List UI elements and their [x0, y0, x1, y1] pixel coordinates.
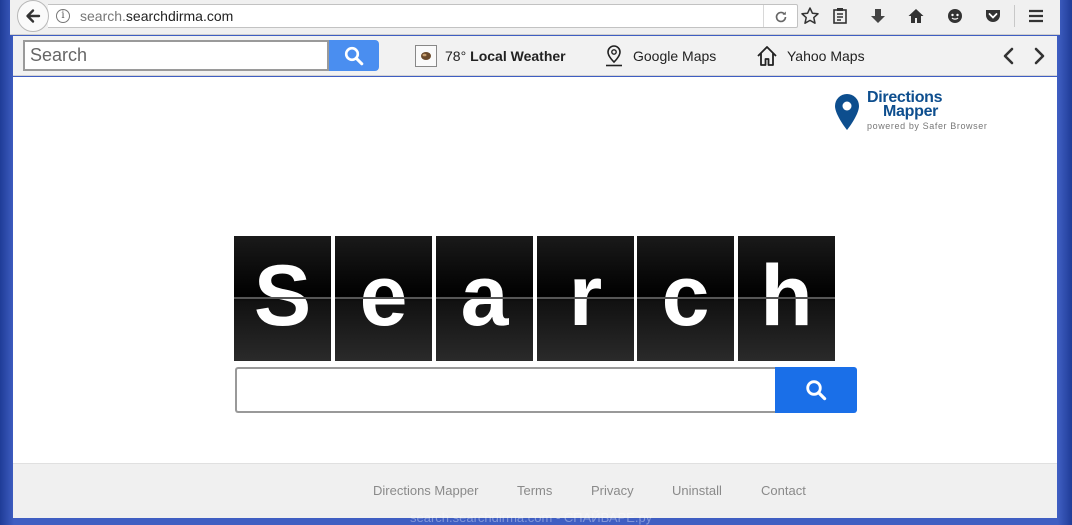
- flip-tile: h: [738, 236, 835, 361]
- search-icon: [344, 46, 364, 65]
- house-icon: [755, 44, 779, 68]
- search-icon: [806, 380, 827, 401]
- yahoo-maps-link[interactable]: Yahoo Maps: [755, 42, 865, 70]
- reload-icon[interactable]: [773, 9, 789, 25]
- footer-link-directions-mapper[interactable]: Directions Mapper: [373, 483, 479, 498]
- footer-link-terms[interactable]: Terms: [517, 483, 552, 498]
- chat-icon[interactable]: [945, 6, 965, 26]
- logo-title: Directions Mapper: [867, 89, 943, 120]
- watermark-text: search.searchdirma.com - СПАЙВАРЕ.ру: [410, 510, 653, 525]
- weather-icon: [415, 45, 437, 67]
- flip-tile: c: [637, 236, 734, 361]
- weather-temp: 78°: [445, 48, 467, 64]
- map-pin-icon: [603, 44, 625, 68]
- bookmark-star-icon[interactable]: [800, 6, 820, 26]
- pocket-icon[interactable]: [983, 6, 1003, 26]
- footer-link-contact[interactable]: Contact: [761, 483, 806, 498]
- url-text[interactable]: search.searchdirma.com: [80, 8, 233, 24]
- back-icon: [26, 9, 41, 23]
- toolbar-next-button[interactable]: [1029, 46, 1049, 66]
- footer-link-privacy[interactable]: Privacy: [591, 483, 634, 498]
- page-content: Directions Mapper powered by Safer Brows…: [13, 77, 1057, 463]
- reading-list-icon[interactable]: [830, 6, 850, 26]
- weather-label: Local Weather: [470, 48, 566, 64]
- toolbar-prev-button[interactable]: [999, 46, 1019, 66]
- home-icon[interactable]: [906, 6, 926, 26]
- main-search-input[interactable]: [235, 367, 776, 413]
- main-search-button[interactable]: [775, 367, 857, 413]
- local-weather-link[interactable]: 78° Local Weather: [415, 42, 566, 70]
- url-separator: [763, 5, 764, 27]
- google-maps-link[interactable]: Google Maps: [603, 42, 716, 70]
- toolbar-search-input[interactable]: [23, 40, 329, 71]
- flip-tile: a: [436, 236, 533, 361]
- flip-tile: S: [234, 236, 331, 361]
- yahoo-maps-label: Yahoo Maps: [787, 48, 865, 64]
- chevron-right-icon: [1034, 47, 1045, 65]
- extension-toolbar: 78° Local Weather Google Maps Yahoo Maps: [13, 36, 1057, 76]
- info-icon[interactable]: i: [56, 9, 70, 23]
- flip-tile: e: [335, 236, 432, 361]
- url-bar[interactable]: i search.searchdirma.com: [48, 4, 798, 28]
- footer-link-uninstall[interactable]: Uninstall: [672, 483, 722, 498]
- logo-tagline: powered by Safer Browser: [867, 121, 988, 131]
- toolbar-search-button[interactable]: [329, 40, 379, 71]
- google-maps-label: Google Maps: [633, 48, 717, 64]
- chevron-left-icon: [1003, 47, 1014, 65]
- back-button[interactable]: [17, 0, 49, 32]
- location-pin-icon: [835, 94, 859, 130]
- menu-icon[interactable]: [1026, 6, 1046, 26]
- download-icon[interactable]: [868, 6, 888, 26]
- browser-navbar: i search.searchdirma.com: [10, 0, 1060, 35]
- search-flip-logo: S e a r c h: [234, 236, 835, 361]
- flip-tile: r: [537, 236, 634, 361]
- toolbar-separator: [1014, 5, 1015, 27]
- directions-mapper-logo[interactable]: Directions Mapper powered by Safer Brows…: [831, 89, 1001, 133]
